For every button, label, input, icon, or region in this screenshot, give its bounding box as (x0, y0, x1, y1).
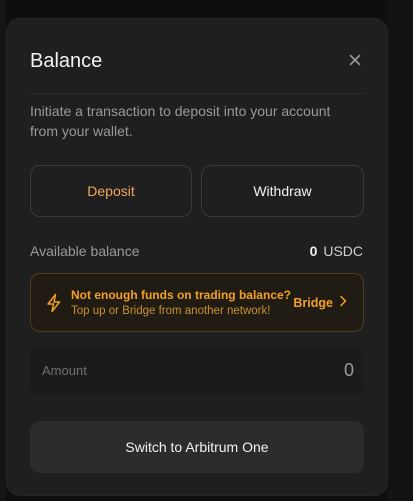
amount-label: Amount (42, 363, 87, 378)
header-divider (30, 93, 364, 94)
amount-input[interactable] (174, 356, 354, 384)
switch-network-button[interactable]: Switch to Arbitrum One (30, 421, 364, 473)
close-icon[interactable] (347, 52, 363, 68)
bridge-link[interactable]: Bridge (293, 295, 347, 310)
notice-title: Not enough funds on trading balance? (71, 288, 291, 302)
tab-withdraw[interactable]: Withdraw (201, 165, 364, 217)
balance-amount: 0 (309, 243, 318, 259)
balance-unit: USDC (323, 243, 363, 259)
bridge-label: Bridge (293, 295, 333, 310)
chevron-right-icon (339, 295, 347, 310)
available-balance-label: Available balance (30, 243, 140, 259)
page-backdrop-right (387, 0, 413, 501)
modal-title: Balance (30, 50, 103, 72)
available-balance-value: 0 USDC (310, 243, 363, 259)
notice-subtitle: Top up or Bridge from another network! (71, 305, 271, 317)
modal-description: Initiate a transaction to deposit into y… (30, 103, 331, 139)
tab-deposit[interactable]: Deposit (30, 165, 192, 217)
lightning-icon (45, 293, 63, 313)
amount-field: Amount (30, 346, 364, 394)
insufficient-funds-notice: Not enough funds on trading balance? Top… (30, 273, 364, 332)
balance-modal: Balance Initiate a transaction to deposi… (6, 18, 388, 496)
